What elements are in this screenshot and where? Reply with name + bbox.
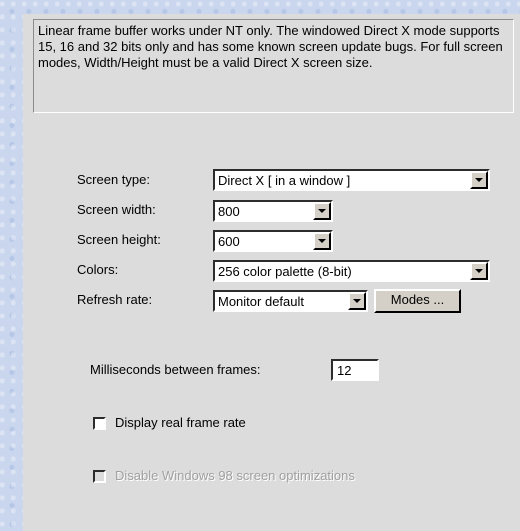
- chevron-down-icon[interactable]: [470, 171, 488, 189]
- disable-win98-checkbox: [93, 470, 106, 483]
- modes-button[interactable]: Modes ...: [374, 289, 461, 313]
- chevron-down-icon[interactable]: [470, 262, 488, 280]
- colors-label: Colors:: [77, 262, 119, 277]
- colors-value: 256 color palette (8-bit): [218, 264, 352, 279]
- chevron-down-icon[interactable]: [313, 202, 331, 220]
- screen-type-dropdown[interactable]: Direct X [ in a window ]: [213, 169, 490, 191]
- ms-between-frames-input[interactable]: 12: [331, 359, 379, 381]
- ms-between-frames-value: 12: [337, 363, 352, 378]
- screen-type-value: Direct X [ in a window ]: [218, 173, 351, 188]
- display-frame-rate-checkbox[interactable]: [93, 417, 106, 430]
- display-frame-rate-label[interactable]: Display real frame rate: [115, 415, 246, 430]
- screen-height-dropdown[interactable]: 600: [213, 230, 333, 252]
- screen-type-label: Screen type:: [77, 172, 150, 187]
- screen-height-label: Screen height:: [77, 232, 161, 247]
- colors-dropdown[interactable]: 256 color palette (8-bit): [213, 260, 490, 282]
- refresh-rate-value: Monitor default: [218, 294, 304, 309]
- screen-width-dropdown[interactable]: 800: [213, 200, 333, 222]
- disable-win98-label: Disable Windows 98 screen optimizations: [115, 468, 355, 483]
- screen-width-label: Screen width:: [77, 202, 156, 217]
- ms-between-frames-label: Milliseconds between frames:: [90, 362, 261, 377]
- screen-height-value: 600: [218, 234, 240, 249]
- info-text: Linear frame buffer works under NT only.…: [33, 19, 514, 113]
- screen-width-value: 800: [218, 204, 240, 219]
- refresh-rate-label: Refresh rate:: [77, 292, 153, 307]
- settings-panel: Linear frame buffer works under NT only.…: [23, 14, 520, 531]
- chevron-down-icon[interactable]: [313, 232, 331, 250]
- refresh-rate-dropdown[interactable]: Monitor default: [213, 290, 368, 312]
- chevron-down-icon[interactable]: [348, 292, 366, 310]
